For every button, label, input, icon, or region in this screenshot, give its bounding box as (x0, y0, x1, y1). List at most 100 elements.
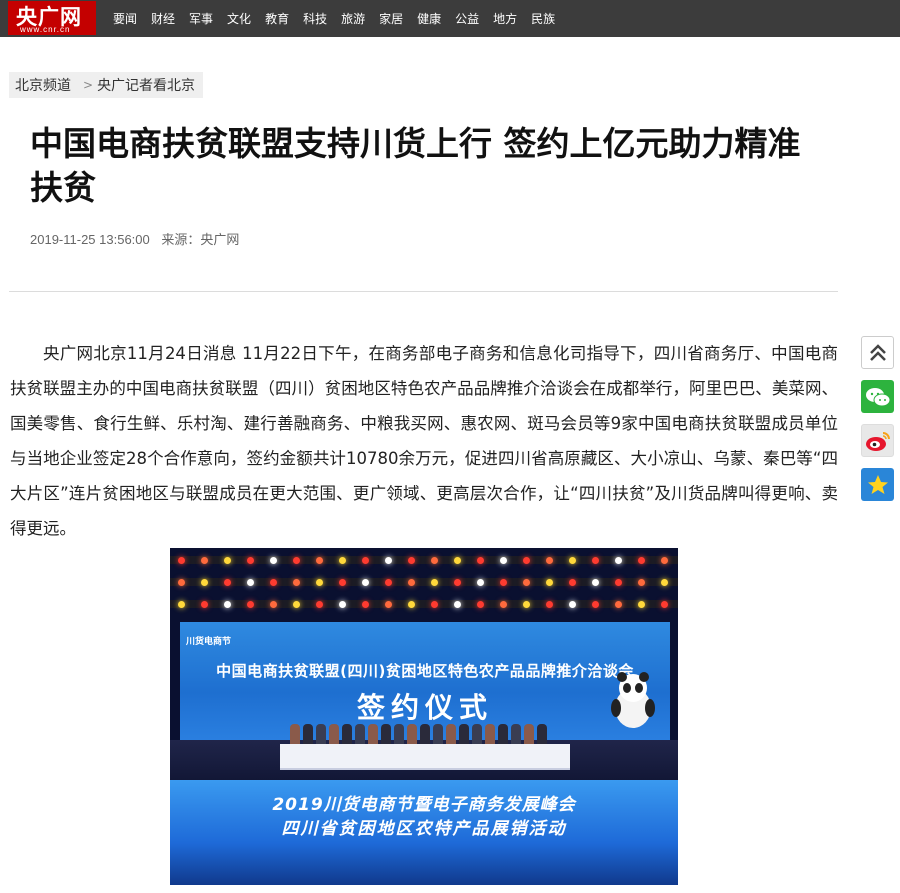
stage-light (431, 601, 438, 608)
stage-light (546, 601, 553, 608)
stage-light (316, 557, 323, 564)
top-nav-bar: 央广网 www.cnr.cn 要闻 财经 军事 文化 教育 科技 旅游 家居 健… (0, 0, 900, 37)
logo-sub-text: www.cnr.cn (20, 25, 71, 34)
nav-item-home[interactable]: 家居 (379, 10, 403, 27)
stage-light (661, 579, 668, 586)
nav-item-travel[interactable]: 旅游 (341, 10, 365, 27)
title-divider (9, 291, 838, 292)
stage-light (477, 579, 484, 586)
nav-item-tech[interactable]: 科技 (303, 10, 327, 27)
participant-figure (316, 724, 326, 746)
article-source: 来源：央广网 (161, 232, 240, 247)
nav-item-military[interactable]: 军事 (189, 10, 213, 27)
stage-light (500, 579, 507, 586)
stage-light (247, 601, 254, 608)
site-logo[interactable]: 央广网 www.cnr.cn (8, 1, 96, 35)
backdrop-headline: 中国电商扶贫联盟(四川)贫困地区特色农产品品牌推介洽谈会 (216, 662, 634, 680)
main-nav: 要闻 财经 军事 文化 教育 科技 旅游 家居 健康 公益 地方 民族 (113, 0, 569, 37)
participant-figure (394, 724, 404, 746)
backdrop-logo: 川货电商节 (186, 637, 232, 647)
stage-light (362, 557, 369, 564)
back-to-top-button[interactable] (861, 336, 894, 369)
participant-figure (407, 724, 417, 746)
article-meta: 2019-11-25 13:56:00 来源：央广网 (30, 229, 239, 248)
stage-light (661, 557, 668, 564)
stage-light (201, 557, 208, 564)
stage-light (178, 579, 185, 586)
article-datetime: 2019-11-25 13:56:00 (30, 232, 150, 247)
nav-item-local[interactable]: 地方 (493, 10, 517, 27)
stage-light (408, 579, 415, 586)
share-wechat-button[interactable] (861, 380, 894, 413)
article-title: 中国电商扶贫联盟支持川货上行 签约上亿元助力精准扶贫 (30, 124, 801, 207)
breadcrumb: 北京频道 > 央广记者看北京 (9, 72, 204, 98)
breadcrumb-channel[interactable]: 北京频道 (15, 75, 71, 95)
participant-figure (498, 724, 508, 746)
participant-figure (459, 724, 469, 746)
stage-light (224, 579, 231, 586)
stage-light (385, 579, 392, 586)
nav-item-education[interactable]: 教育 (265, 10, 289, 27)
stage-light (615, 579, 622, 586)
participant-figure (329, 724, 339, 746)
share-weibo-button[interactable] (861, 424, 894, 457)
backdrop-ceremony-title: 签约仪式 (356, 691, 493, 724)
participant-figure (342, 724, 352, 746)
participant-figure (368, 724, 378, 746)
nav-item-charity[interactable]: 公益 (455, 10, 479, 27)
participant-figure (355, 724, 365, 746)
stage-light (339, 557, 346, 564)
stage-light (408, 557, 415, 564)
article-photo: 川货电商节 中国电商扶贫联盟(四川)贫困地区特色农产品品牌推介洽谈会 签约仪式 … (170, 548, 678, 885)
stage-light (362, 601, 369, 608)
led-line-1: 2019川货电商节暨电子商务发展峰会 (272, 795, 576, 815)
stage-light (546, 557, 553, 564)
stage-light (477, 601, 484, 608)
stage-light (408, 601, 415, 608)
stage-light (592, 601, 599, 608)
nav-item-health[interactable]: 健康 (417, 10, 441, 27)
weibo-icon (865, 431, 890, 451)
participant-figure (524, 724, 534, 746)
stage-light (247, 557, 254, 564)
nav-item-finance[interactable]: 财经 (151, 10, 175, 27)
wechat-icon (865, 387, 890, 406)
participant-figure (537, 724, 547, 746)
stage-light (569, 557, 576, 564)
stage-light (201, 601, 208, 608)
stage-light (592, 557, 599, 564)
signing-table (280, 744, 570, 770)
stage-light (592, 579, 599, 586)
stage-light (247, 579, 254, 586)
stage-light (477, 557, 484, 564)
stage-light (569, 601, 576, 608)
nav-item-news[interactable]: 要闻 (113, 10, 137, 27)
stage-light (293, 557, 300, 564)
stage-light (638, 557, 645, 564)
stage-light (385, 557, 392, 564)
stage-light (454, 601, 461, 608)
panda-mascot-icon (611, 672, 655, 728)
stage-light (546, 579, 553, 586)
stage-light (339, 601, 346, 608)
article-paragraph: 央广网北京11月24日消息 11月22日下午，在商务部电子商务和信息化司指导下，… (10, 344, 838, 538)
participant-figure (511, 724, 521, 746)
stage-light (638, 601, 645, 608)
stage-light (270, 557, 277, 564)
stage-light (523, 579, 530, 586)
stage-light (270, 601, 277, 608)
participant-figure (290, 724, 300, 746)
stage-light (293, 601, 300, 608)
breadcrumb-section[interactable]: 央广记者看北京 (97, 75, 195, 95)
participant-figure (485, 724, 495, 746)
stage-light (224, 601, 231, 608)
stage-light (178, 601, 185, 608)
share-qzone-button[interactable] (861, 468, 894, 501)
nav-item-ethnic[interactable]: 民族 (531, 10, 555, 27)
stage-light (523, 601, 530, 608)
nav-item-culture[interactable]: 文化 (227, 10, 251, 27)
participant-figure (381, 724, 391, 746)
led-line-2: 四川省贫困地区农特产品展销活动 (281, 819, 567, 839)
stage-light (431, 557, 438, 564)
stage-light (316, 601, 323, 608)
